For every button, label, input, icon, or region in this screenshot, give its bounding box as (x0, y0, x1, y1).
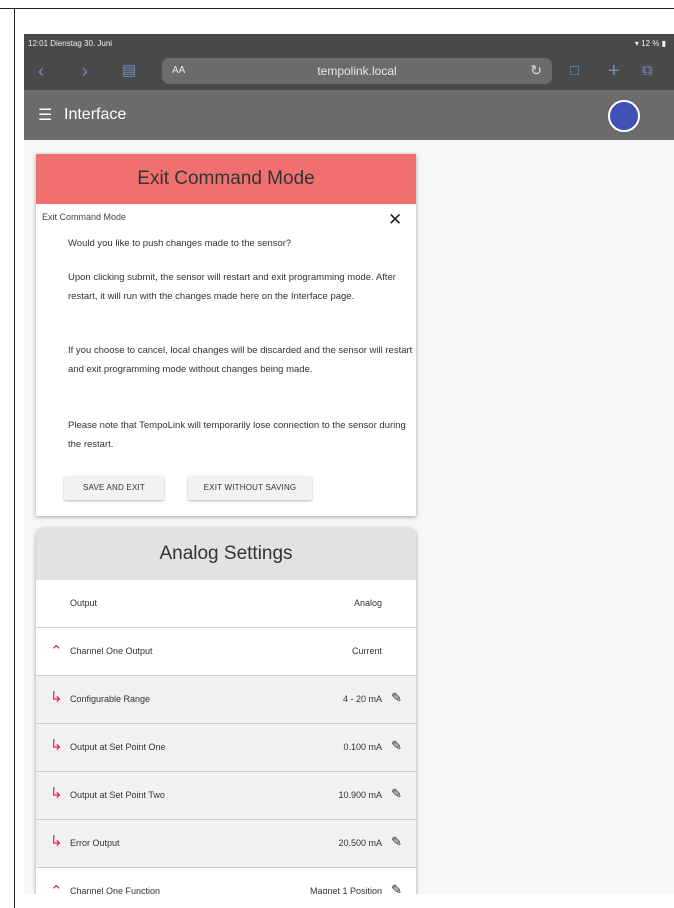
row-label: Error Output (70, 838, 120, 848)
row-label: Channel One Function (70, 886, 161, 894)
sub-item-arrow-icon: ↳ (50, 737, 63, 754)
pencil-icon[interactable]: ✎ (391, 738, 402, 754)
row-value: Current (351, 646, 382, 656)
back-icon[interactable]: ‹ (38, 62, 44, 80)
row-value: Magnet 1 Position (309, 886, 382, 894)
sub-item-arrow-icon: ↳ (50, 785, 63, 802)
row-value: 0.100 mA (343, 742, 382, 752)
table-row[interactable]: ⌃ Channel One Output Current (36, 628, 416, 676)
analog-settings-card: Analog Settings Output Analog ⌃ Channel … (36, 528, 416, 894)
row-value: 20.500 mA (338, 838, 382, 848)
frame-left-line (14, 8, 15, 908)
book-icon[interactable]: ▤ (122, 62, 136, 80)
pencil-icon[interactable]: ✎ (391, 690, 402, 706)
forward-icon[interactable]: › (82, 62, 88, 80)
battery-icon: ▮ (661, 39, 666, 48)
url-text: tempolink.local (317, 64, 397, 78)
close-icon[interactable]: ✕ (388, 210, 402, 230)
table-row[interactable]: ↳ Output at Set Point Two 10.900 mA ✎ (36, 772, 416, 820)
address-bar[interactable]: AA tempolink.local ↻ (162, 58, 552, 84)
sub-item-arrow-icon: ↳ (50, 833, 63, 850)
dialog-paragraph-3: If you choose to cancel, local changes w… (68, 345, 413, 375)
chevron-up-icon[interactable]: ⌃ (50, 642, 63, 660)
tablet-screen: 12:01 Dienstag 30. Juni ▾ 12 % ▮ ‹ › ▤ A… (24, 34, 674, 894)
pencil-icon[interactable]: ✎ (391, 786, 402, 802)
dialog-header: Exit Command Mode (36, 154, 416, 204)
reload-icon[interactable]: ↻ (530, 62, 542, 79)
dialog-paragraph-2: Upon clicking submit, the sensor will re… (68, 272, 396, 302)
row-value: 10.900 mA (338, 790, 382, 800)
pencil-icon[interactable]: ✎ (391, 834, 402, 850)
row-label: Output (70, 598, 98, 608)
row-value: 4 - 20 mA (342, 694, 382, 704)
analog-settings-title: Analog Settings (36, 528, 416, 580)
dialog-subtitle: Exit Command Mode (42, 212, 127, 222)
tabs-icon[interactable]: ⧉ (642, 62, 653, 80)
avatar[interactable] (608, 100, 640, 132)
hamburger-menu-icon[interactable]: ☰ (38, 105, 52, 125)
row-label: Output at Set Point One (70, 742, 166, 752)
dialog-paragraph-1: Would you like to push changes made to t… (68, 238, 292, 249)
table-row[interactable]: ↳ Error Output 20.500 mA ✎ (36, 820, 416, 868)
exit-without-saving-button[interactable]: EXIT WITHOUT SAVING (188, 476, 312, 500)
share-icon[interactable]: □ (570, 62, 579, 80)
wifi-icon: ▾ (634, 39, 639, 48)
exit-command-dialog: Exit Command Mode Exit Command Mode ✕ Wo… (36, 154, 416, 516)
sub-item-arrow-icon: ↳ (50, 689, 63, 706)
frame-top-line (0, 8, 674, 9)
pencil-icon[interactable]: ✎ (391, 882, 402, 894)
row-value: Analog (353, 598, 382, 608)
table-row[interactable]: ↳ Configurable Range 4 - 20 mA ✎ (36, 676, 416, 724)
status-bar: 12:01 Dienstag 30. Juni ▾ 12 % ▮ (24, 34, 674, 54)
battery-indicator: ▾ 12 % ▮ (635, 39, 666, 48)
table-row[interactable]: ↳ Output at Set Point One 0.100 mA ✎ (36, 724, 416, 772)
row-label: Configurable Range (70, 694, 151, 704)
table-row: Output Analog (36, 580, 416, 628)
dialog-paragraph-4: Please note that TempoLink will temporar… (68, 420, 406, 450)
plus-icon[interactable]: + (608, 61, 620, 81)
battery-level: 12 % (641, 39, 660, 48)
app-bar: ☰ Interface (24, 90, 674, 140)
save-and-exit-button[interactable]: SAVE AND EXIT (64, 476, 164, 500)
row-label: Output at Set Point Two (70, 790, 165, 800)
browser-toolbar: ‹ › ▤ AA tempolink.local ↻ □ + ⧉ (24, 54, 674, 90)
status-time: 12:01 Dienstag 30. Juni (28, 39, 113, 48)
table-row[interactable]: ⌃ Channel One Function Magnet 1 Position… (36, 868, 416, 894)
page-title: Interface (64, 106, 127, 123)
row-label: Channel One Output (70, 646, 153, 656)
chevron-up-icon[interactable]: ⌃ (50, 882, 63, 894)
